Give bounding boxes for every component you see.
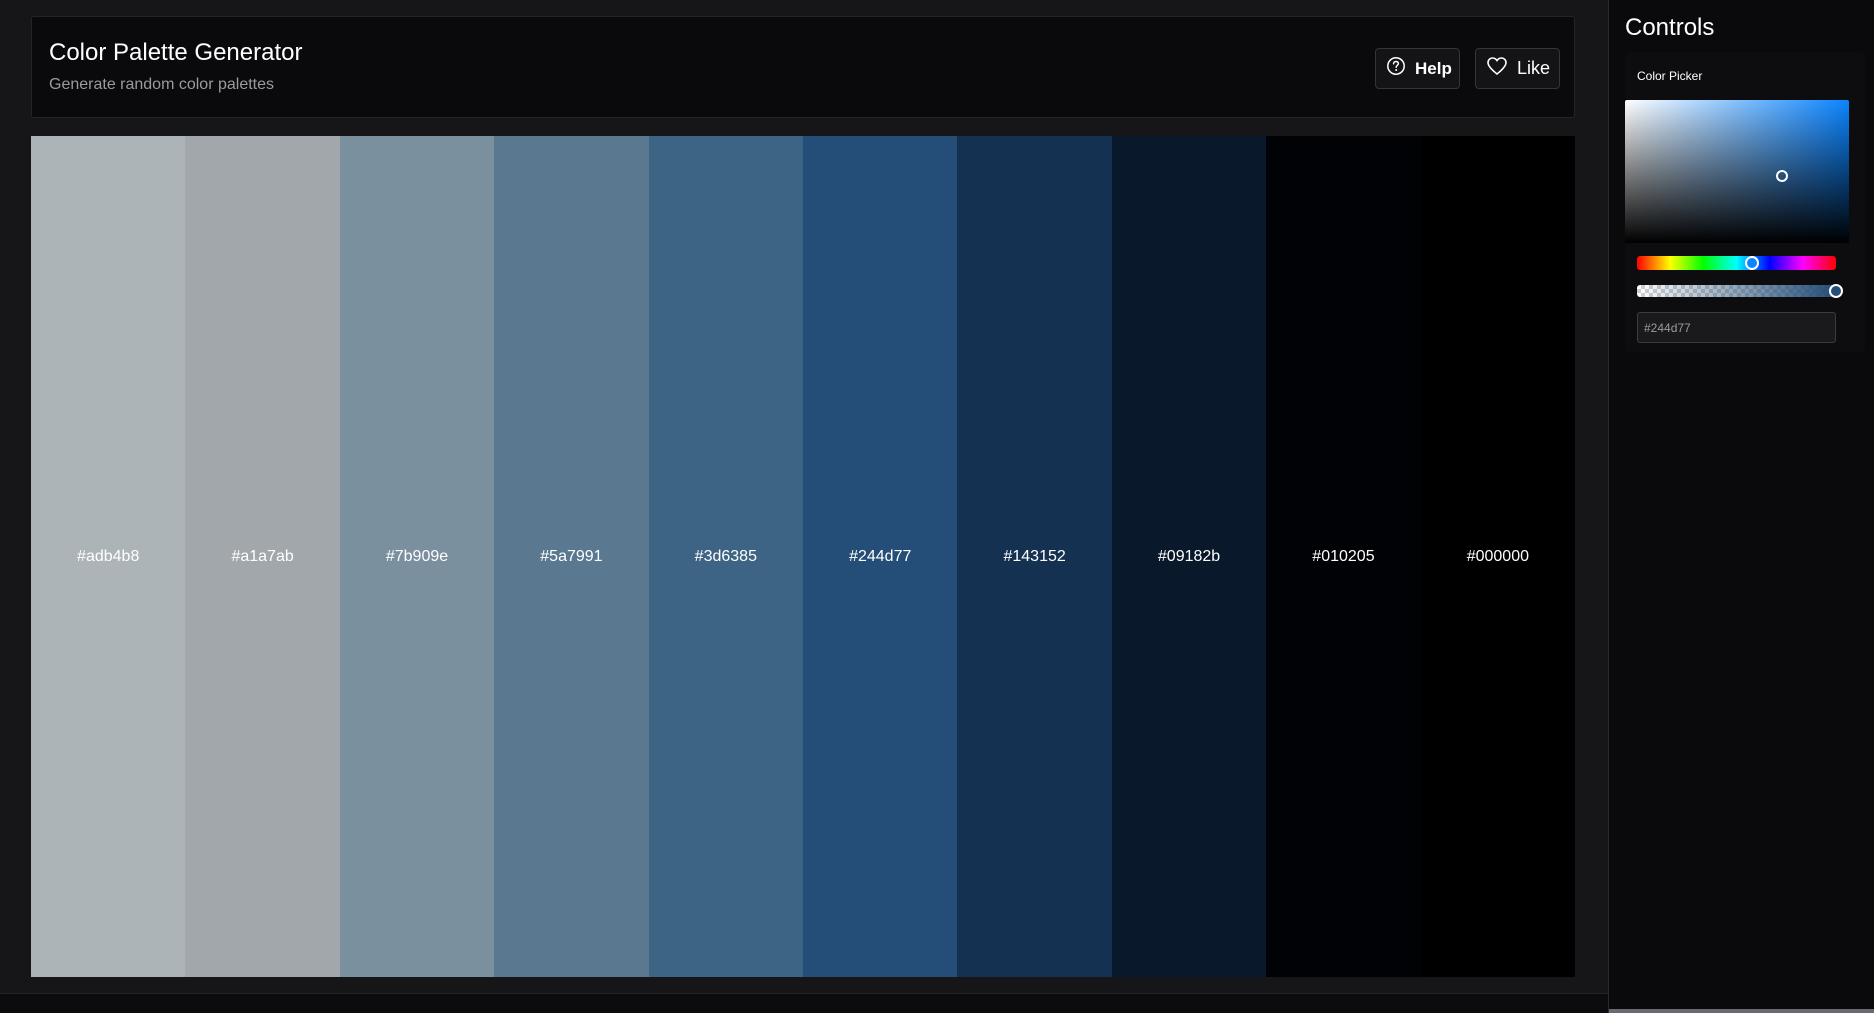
color-swatch[interactable]: #09182b — [1111, 136, 1267, 977]
color-swatch[interactable]: #244d77 — [803, 136, 958, 977]
color-swatch-hex: #5a7991 — [540, 547, 603, 565]
palette-swatches: #adb4b8 #a1a7ab #7b909e #5a7991 #3d6385 #244d… — [31, 136, 1576, 977]
color-swatch[interactable]: #010205 — [1266, 136, 1421, 977]
sidebar-scrollbar[interactable] — [1609, 1009, 1874, 1013]
color-swatch-hex: #adb4b8 — [77, 547, 140, 565]
color-swatch-hex: #010205 — [1312, 547, 1375, 565]
help-button[interactable]: Help — [1375, 48, 1460, 89]
alpha-slider[interactable] — [1637, 284, 1843, 298]
controls-sidebar: Controls Color Picker — [1608, 0, 1874, 1013]
hue-slider[interactable] — [1637, 256, 1836, 270]
heart-outline-icon — [1486, 56, 1508, 81]
color-swatch-hex: #a1a7ab — [231, 547, 294, 565]
color-swatch[interactable]: #143152 — [957, 136, 1112, 977]
color-swatch-hex: #09182b — [1157, 547, 1221, 565]
color-swatch[interactable]: #7b909e — [339, 136, 495, 977]
color-swatch[interactable]: #5a7991 — [494, 136, 649, 977]
color-swatch-hex: #244d77 — [849, 547, 912, 565]
question-circle-icon — [1386, 56, 1406, 81]
help-button-label: Help — [1415, 58, 1452, 78]
saturation-value-handle[interactable] — [1775, 169, 1788, 182]
like-button[interactable]: Like — [1475, 48, 1560, 89]
page-title: Color Palette Generator — [49, 39, 303, 66]
color-swatch[interactable]: #3d6385 — [648, 136, 804, 977]
bottom-bar — [0, 993, 1608, 1013]
like-button-label: Like — [1517, 58, 1551, 78]
color-picker-label: Color Picker — [1637, 69, 1703, 83]
hue-slider-thumb[interactable] — [1745, 256, 1760, 270]
saturation-value-area[interactable] — [1625, 100, 1849, 243]
color-picker-panel: Color Picker — [1625, 52, 1865, 352]
color-swatch-hex: #3d6385 — [694, 547, 757, 565]
main-area: Color Palette Generator Generate random … — [0, 0, 1608, 1013]
alpha-slider-thumb[interactable] — [1829, 284, 1843, 298]
color-swatch[interactable]: #a1a7ab — [185, 136, 340, 977]
color-swatch[interactable]: #000000 — [1420, 136, 1576, 977]
color-swatch-hex: #143152 — [1003, 547, 1066, 565]
color-swatch-hex: #7b909e — [385, 547, 449, 565]
color-swatch-hex: #000000 — [1466, 547, 1529, 565]
page-header: Color Palette Generator Generate random … — [31, 16, 1575, 118]
app-root: Color Palette Generator Generate random … — [0, 0, 1874, 1013]
color-swatch[interactable]: #adb4b8 — [31, 136, 186, 977]
page-subtitle: Generate random color palettes — [49, 76, 275, 93]
hex-color-input[interactable] — [1637, 312, 1836, 343]
sidebar-title: Controls — [1625, 14, 1715, 41]
